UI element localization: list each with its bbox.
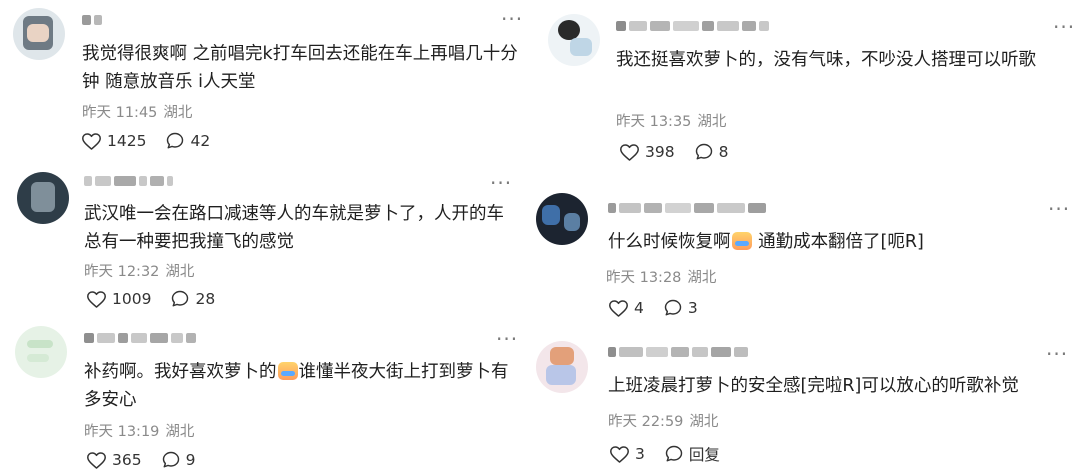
comment-location: 湖北 bbox=[163, 105, 193, 121]
comment-time: 昨天 13:19 bbox=[84, 424, 160, 440]
like-count: 4 bbox=[634, 299, 644, 317]
avatar[interactable] bbox=[17, 172, 69, 224]
reply-count: 3 bbox=[687, 299, 698, 317]
like-count: 3 bbox=[635, 445, 645, 463]
comment-text: 我还挺喜欢萝卜的，没有气味，不吵没人搭理可以听歌 bbox=[616, 50, 1036, 70]
more-dots-icon[interactable]: ··· bbox=[490, 173, 512, 193]
emoji-sticker-icon bbox=[277, 362, 298, 380]
comment-text: 我觉得很爽啊 之前唱完k打车回去还能在车上再唱几十分钟 随意放音乐 i人天堂 bbox=[82, 44, 518, 92]
comment-meta: 昨天 13:28 湖北 bbox=[606, 266, 716, 287]
comment-actions: 365 9 bbox=[87, 451, 195, 469]
speech-bubble-icon bbox=[664, 299, 682, 316]
reply-count: 42 bbox=[190, 132, 211, 150]
reply-count: 8 bbox=[718, 143, 729, 161]
like-button[interactable]: 365 bbox=[87, 451, 142, 469]
reply-button[interactable]: 回复 bbox=[665, 443, 720, 465]
comment-actions: 4 3 bbox=[609, 299, 698, 317]
comment-text-part: 补药啊。我好喜欢萝卜的 bbox=[84, 362, 277, 382]
avatar[interactable] bbox=[536, 193, 588, 245]
like-button[interactable]: 398 bbox=[620, 143, 675, 161]
reply-button[interactable]: 9 bbox=[162, 451, 196, 469]
avatar[interactable] bbox=[13, 8, 65, 60]
comment-time: 昨天 13:35 bbox=[616, 114, 692, 130]
reply-button[interactable]: 3 bbox=[664, 299, 698, 317]
username-blurred[interactable] bbox=[82, 12, 102, 28]
emoji-sticker-icon bbox=[731, 232, 752, 250]
comment-location: 湖北 bbox=[165, 424, 195, 440]
like-button[interactable]: 1009 bbox=[87, 290, 151, 308]
heart-outline-icon bbox=[620, 143, 639, 161]
more-dots-icon[interactable]: ··· bbox=[1048, 199, 1070, 219]
heart-outline-icon bbox=[609, 299, 628, 317]
speech-bubble-icon bbox=[695, 143, 712, 160]
comment-time: 昨天 13:28 bbox=[606, 270, 682, 286]
comment-actions: 398 8 bbox=[620, 143, 728, 161]
comment-actions: 3 回复 bbox=[610, 443, 720, 465]
comment-meta: 昨天 12:32 湖北 bbox=[84, 260, 194, 281]
more-dots-icon[interactable]: ··· bbox=[1046, 344, 1068, 364]
username-blurred[interactable] bbox=[84, 173, 173, 189]
speech-bubble-icon bbox=[162, 451, 179, 468]
comment-meta: 昨天 13:35 湖北 bbox=[616, 110, 726, 131]
comment-actions: 1425 42 bbox=[82, 132, 210, 150]
more-dots-icon[interactable]: ··· bbox=[501, 9, 523, 29]
username-blurred[interactable] bbox=[84, 330, 196, 346]
heart-outline-icon bbox=[82, 132, 101, 150]
speech-bubble-icon bbox=[172, 290, 189, 307]
like-count: 1009 bbox=[112, 290, 152, 308]
avatar[interactable] bbox=[548, 14, 600, 66]
comment-time: 昨天 12:32 bbox=[84, 264, 160, 280]
comment-meta: 昨天 11:45 湖北 bbox=[82, 101, 192, 122]
reply-button[interactable]: 28 bbox=[171, 290, 215, 308]
comment-text: 武汉唯一会在路口减速等人的车就是萝卜了，人开的车总有一种要把我撞飞的感觉 bbox=[84, 204, 504, 252]
speech-bubble-icon bbox=[167, 132, 184, 149]
username-blurred[interactable] bbox=[608, 200, 766, 216]
like-count: 1425 bbox=[107, 132, 147, 150]
heart-outline-icon bbox=[87, 290, 106, 308]
more-dots-icon[interactable]: ··· bbox=[496, 329, 518, 349]
avatar[interactable] bbox=[15, 326, 67, 378]
reply-count: 9 bbox=[185, 451, 196, 469]
reply-label: 回复 bbox=[688, 446, 720, 464]
reply-count: 28 bbox=[195, 290, 216, 308]
heart-outline-icon bbox=[610, 445, 629, 463]
comment-text-part: 什么时候恢复啊 bbox=[608, 232, 731, 252]
username-blurred[interactable] bbox=[608, 344, 748, 360]
speech-bubble-icon bbox=[665, 445, 683, 462]
avatar[interactable] bbox=[536, 341, 588, 393]
comment-text: 补药啊。我好喜欢萝卜的 谁懂半夜大街上打到萝卜有多安心 bbox=[84, 358, 516, 414]
comment-time: 昨天 22:59 bbox=[608, 414, 684, 430]
like-button[interactable]: 4 bbox=[609, 299, 644, 317]
comment-text: 上班凌晨打萝卜的安全感[完啦R]可以放心的听歌补觉 bbox=[608, 376, 1019, 396]
comment-text-part: 通勤成本翻倍了[呃R] bbox=[752, 232, 924, 252]
like-button[interactable]: 1425 bbox=[82, 132, 146, 150]
comment-location: 湖北 bbox=[697, 114, 727, 130]
comment-meta: 昨天 22:59 湖北 bbox=[608, 410, 718, 431]
username-blurred[interactable] bbox=[616, 18, 769, 34]
more-dots-icon[interactable]: ··· bbox=[1053, 17, 1075, 37]
comment-time: 昨天 11:45 bbox=[82, 105, 158, 121]
reply-button[interactable]: 8 bbox=[695, 143, 729, 161]
comment-meta: 昨天 13:19 湖北 bbox=[84, 420, 194, 441]
comment-location: 湖北 bbox=[689, 414, 719, 430]
like-button[interactable]: 3 bbox=[610, 445, 645, 463]
like-count: 365 bbox=[112, 451, 142, 469]
like-count: 398 bbox=[645, 143, 675, 161]
reply-button[interactable]: 42 bbox=[166, 132, 210, 150]
comment-location: 湖北 bbox=[165, 264, 195, 280]
comment-actions: 1009 28 bbox=[87, 290, 215, 308]
comment-text: 什么时候恢复啊 通勤成本翻倍了[呃R] bbox=[608, 228, 1048, 256]
comment-location: 湖北 bbox=[687, 270, 717, 286]
heart-outline-icon bbox=[87, 451, 106, 469]
